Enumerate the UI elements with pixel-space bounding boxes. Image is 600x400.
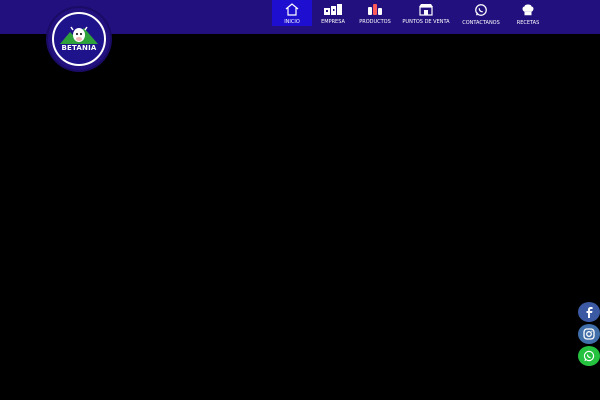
products-icon [368,4,382,15]
instagram-button[interactable] [578,324,600,344]
nav-item-contactanos[interactable]: CONTACTANOS [456,0,506,26]
brand-logo[interactable]: BETANIA [48,8,110,70]
chef-hat-icon [522,4,534,16]
cow-icon [60,26,98,44]
whatsapp-icon [475,4,487,16]
logo-badge: BETANIA [52,12,106,66]
main-nav: INICIO EMPRESA PRODUCTOS PUNTOS DE VENTA [272,0,548,34]
nav-item-inicio[interactable]: INICIO [272,0,312,26]
home-icon [285,3,299,16]
nav-label-contactanos: CONTACTANOS [462,20,500,26]
nav-item-recetas[interactable]: RECETAS [508,0,548,26]
nav-item-puntos-de-venta[interactable]: PUNTOS DE VENTA [398,0,454,26]
nav-label-inicio: INICIO [284,19,300,25]
whatsapp-icon [583,350,595,362]
logo-text: BETANIA [61,44,97,52]
store-icon [419,4,433,16]
whatsapp-button[interactable] [578,346,600,366]
nav-label-recetas: RECETAS [516,20,540,26]
factory-icon [324,4,342,15]
nav-item-productos[interactable]: PRODUCTOS [354,0,396,26]
nav-label-productos: PRODUCTOS [359,19,391,25]
nav-label-empresa: EMPRESA [321,19,345,25]
facebook-icon [586,307,593,318]
instagram-icon [583,328,595,340]
nav-label-puntos-de-venta: PUNTOS DE VENTA [402,19,450,25]
nav-item-empresa[interactable]: EMPRESA [314,0,352,26]
facebook-button[interactable] [578,302,600,322]
